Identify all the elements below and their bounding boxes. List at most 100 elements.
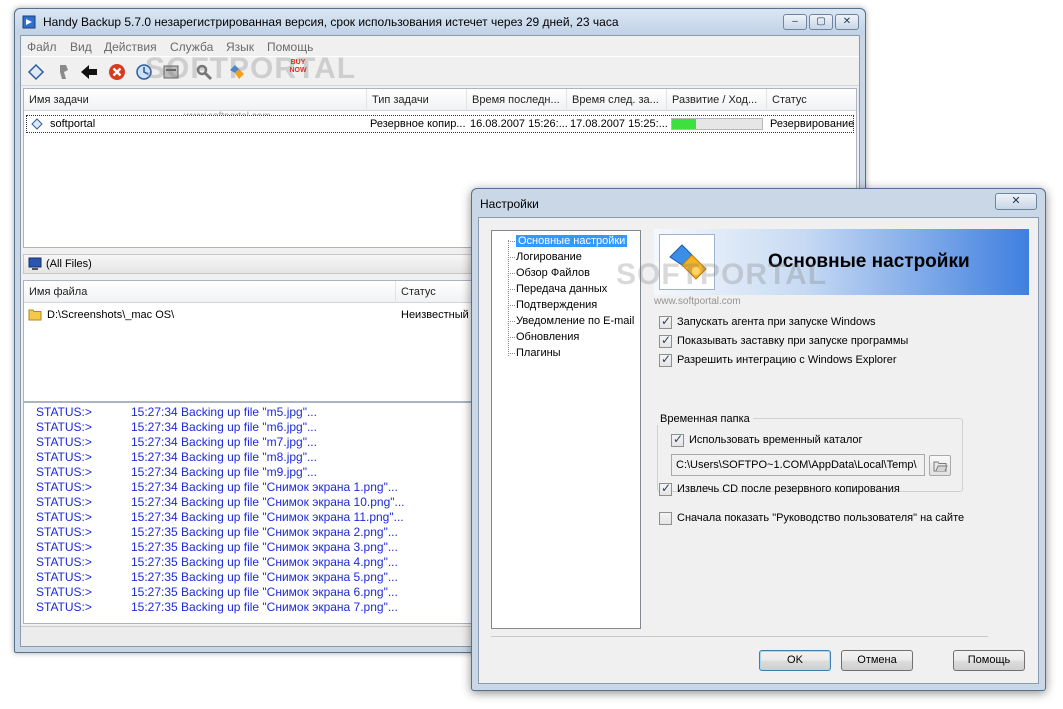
- close-button[interactable]: ✕: [835, 14, 859, 30]
- log-status-label: STATUS:>: [36, 585, 92, 599]
- column-header-file-name[interactable]: Имя файла: [24, 281, 396, 303]
- table-row[interactable]: softportal Резервное копир... 16.08.2007…: [26, 115, 854, 133]
- column-header-progress[interactable]: Развитие / Ход...: [667, 89, 767, 111]
- option-show-guide[interactable]: Сначала показать "Руководство пользовате…: [659, 510, 964, 526]
- option-start-agent[interactable]: Запускать агента при запуске Windows: [659, 314, 876, 330]
- button-separator: [491, 636, 988, 637]
- column-header-status[interactable]: Статус: [767, 89, 859, 111]
- tree-item-file-browse[interactable]: Обзор Файлов: [508, 266, 592, 281]
- tree-item-general[interactable]: Основные настройки: [508, 234, 629, 249]
- app-icon: [22, 15, 36, 29]
- new-task-icon[interactable]: [26, 62, 46, 82]
- menu-file[interactable]: Файл: [27, 40, 57, 54]
- task-next-time: 17.08.2007 15:25:...: [570, 118, 668, 130]
- log-status-label: STATUS:>: [36, 525, 92, 539]
- menu-view[interactable]: Вид: [70, 40, 92, 54]
- log-message: 15:27:34 Backing up file "m7.jpg"...: [131, 435, 317, 449]
- temp-path-field[interactable]: C:\Users\SOFTPO~1.COM\AppData\Local\Temp…: [671, 454, 925, 476]
- show-splash-checkbox[interactable]: [659, 333, 672, 348]
- column-header-last-time[interactable]: Время последн...: [467, 89, 567, 111]
- log-message: 15:27:35 Backing up file "Снимок экрана …: [131, 600, 398, 614]
- log-message: 15:27:34 Backing up file "m9.jpg"...: [131, 465, 317, 479]
- toolbar: BUY NOW SOFTPORTAL: [21, 52, 859, 86]
- log-status-label: STATUS:>: [36, 480, 92, 494]
- log-message: 15:27:34 Backing up file "Снимок экрана …: [131, 480, 398, 494]
- log-message: 15:27:34 Backing up file "Снимок экрана …: [131, 495, 405, 509]
- log-status-label: STATUS:>: [36, 450, 92, 464]
- maximize-button[interactable]: ▢: [809, 14, 833, 30]
- log-status-label: STATUS:>: [36, 540, 92, 554]
- tree-item-label: Передача данных: [516, 283, 608, 295]
- use-temp-label: Использовать временный каталог: [689, 434, 863, 446]
- dialog-close-button[interactable]: ✕: [995, 193, 1037, 210]
- browse-folder-button[interactable]: [929, 455, 951, 476]
- task-status: Резервирование: [770, 118, 855, 130]
- help-button[interactable]: Помощь: [953, 650, 1025, 671]
- dialog-client-area: Основные настройки Логирование Обзор Фай…: [478, 217, 1039, 684]
- folder-open-icon: [933, 461, 948, 472]
- explorer-integration-label: Разрешить интеграцию с Windows Explorer: [677, 354, 897, 366]
- option-show-splash[interactable]: Показывать заставку при запуске программ…: [659, 333, 908, 349]
- folder-icon: [28, 309, 42, 321]
- log-status-label: STATUS:>: [36, 600, 92, 614]
- eject-cd-checkbox[interactable]: [659, 481, 672, 496]
- column-header-task-name[interactable]: Имя задачи: [24, 89, 367, 111]
- tree-item-label: Уведомление по E-mail: [516, 315, 635, 327]
- show-guide-label: Сначала показать "Руководство пользовате…: [677, 512, 965, 524]
- tree-item-label: Основные настройки: [516, 235, 628, 247]
- settings-dialog: Настройки ✕ Основные настройки Логирован…: [471, 188, 1046, 691]
- watermark-logo: SOFTPORTAL: [616, 258, 828, 291]
- log-status-label: STATUS:>: [36, 435, 92, 449]
- task-progress-bar: [671, 118, 763, 130]
- task-last-time: 16.08.2007 15:26:...: [470, 118, 568, 130]
- log-message: 15:27:34 Backing up file "m8.jpg"...: [131, 450, 317, 464]
- tree-item-confirmations[interactable]: Подтверждения: [508, 298, 599, 313]
- tree-item-label: Логирование: [516, 251, 582, 263]
- show-splash-label: Показывать заставку при запуске программ…: [677, 335, 909, 347]
- dialog-title: Настройки: [480, 197, 539, 211]
- log-status-label: STATUS:>: [36, 495, 92, 509]
- option-use-temp[interactable]: Использовать временный каталог: [671, 432, 863, 448]
- show-guide-checkbox[interactable]: [659, 511, 672, 525]
- window-title: Handy Backup 5.7.0 незарегистрированная …: [43, 15, 619, 29]
- tree-item-logging[interactable]: Логирование: [508, 250, 584, 265]
- task-progress-fill: [672, 119, 697, 129]
- log-message: 15:27:35 Backing up file "Снимок экрана …: [131, 570, 398, 584]
- start-agent-label: Запускать агента при запуске Windows: [677, 316, 876, 328]
- tree-item-label: Обновления: [516, 331, 580, 343]
- log-message: 15:27:34 Backing up file "m6.jpg"...: [131, 420, 317, 434]
- start-agent-checkbox[interactable]: [659, 314, 672, 329]
- back-arrow-icon[interactable]: [79, 62, 99, 82]
- log-message: 15:27:35 Backing up file "Снимок экрана …: [131, 585, 398, 599]
- column-header-task-type[interactable]: Тип задачи: [367, 89, 467, 111]
- log-message: 15:27:34 Backing up file "Снимок экрана …: [131, 510, 404, 524]
- column-header-next-time[interactable]: Время след. за...: [567, 89, 667, 111]
- use-temp-checkbox[interactable]: [671, 432, 684, 447]
- tree-item-label: Плагины: [516, 347, 561, 359]
- minimize-button[interactable]: ‒: [783, 14, 807, 30]
- tree-item-plugins[interactable]: Плагины: [508, 346, 563, 361]
- log-message: 15:27:35 Backing up file "Снимок экрана …: [131, 525, 398, 539]
- log-status-label: STATUS:>: [36, 510, 92, 524]
- ok-button[interactable]: OK: [759, 650, 831, 671]
- tree-item-data-transfer[interactable]: Передача данных: [508, 282, 609, 297]
- log-message: 15:27:34 Backing up file "m5.jpg"...: [131, 405, 317, 419]
- cancel-button[interactable]: Отмена: [841, 650, 913, 671]
- log-message: 15:27:35 Backing up file "Снимок экрана …: [131, 540, 398, 554]
- task-list-header: Имя задачи Тип задачи Время последн... В…: [24, 89, 859, 111]
- task-type: Резервное копир...: [370, 118, 466, 130]
- log-status-label: STATUS:>: [36, 555, 92, 569]
- stop-icon[interactable]: [107, 62, 127, 82]
- edit-icon[interactable]: [54, 62, 74, 82]
- title-bar[interactable]: Handy Backup 5.7.0 незарегистрированная …: [15, 9, 865, 35]
- explorer-integration-checkbox[interactable]: [659, 352, 672, 367]
- task-icon: [31, 118, 43, 130]
- option-explorer-integration[interactable]: Разрешить интеграцию с Windows Explorer: [659, 352, 896, 368]
- log-status-label: STATUS:>: [36, 570, 92, 584]
- tree-item-updates[interactable]: Обновления: [508, 330, 581, 345]
- temp-folder-group-label: Временная папка: [657, 413, 753, 425]
- watermark-url: www.softportal.com: [654, 296, 741, 307]
- tree-item-email-notify[interactable]: Уведомление по E-mail: [508, 314, 636, 329]
- computer-icon: [28, 257, 42, 270]
- option-eject-cd[interactable]: Извлечь CD после резервного копирования: [659, 481, 900, 497]
